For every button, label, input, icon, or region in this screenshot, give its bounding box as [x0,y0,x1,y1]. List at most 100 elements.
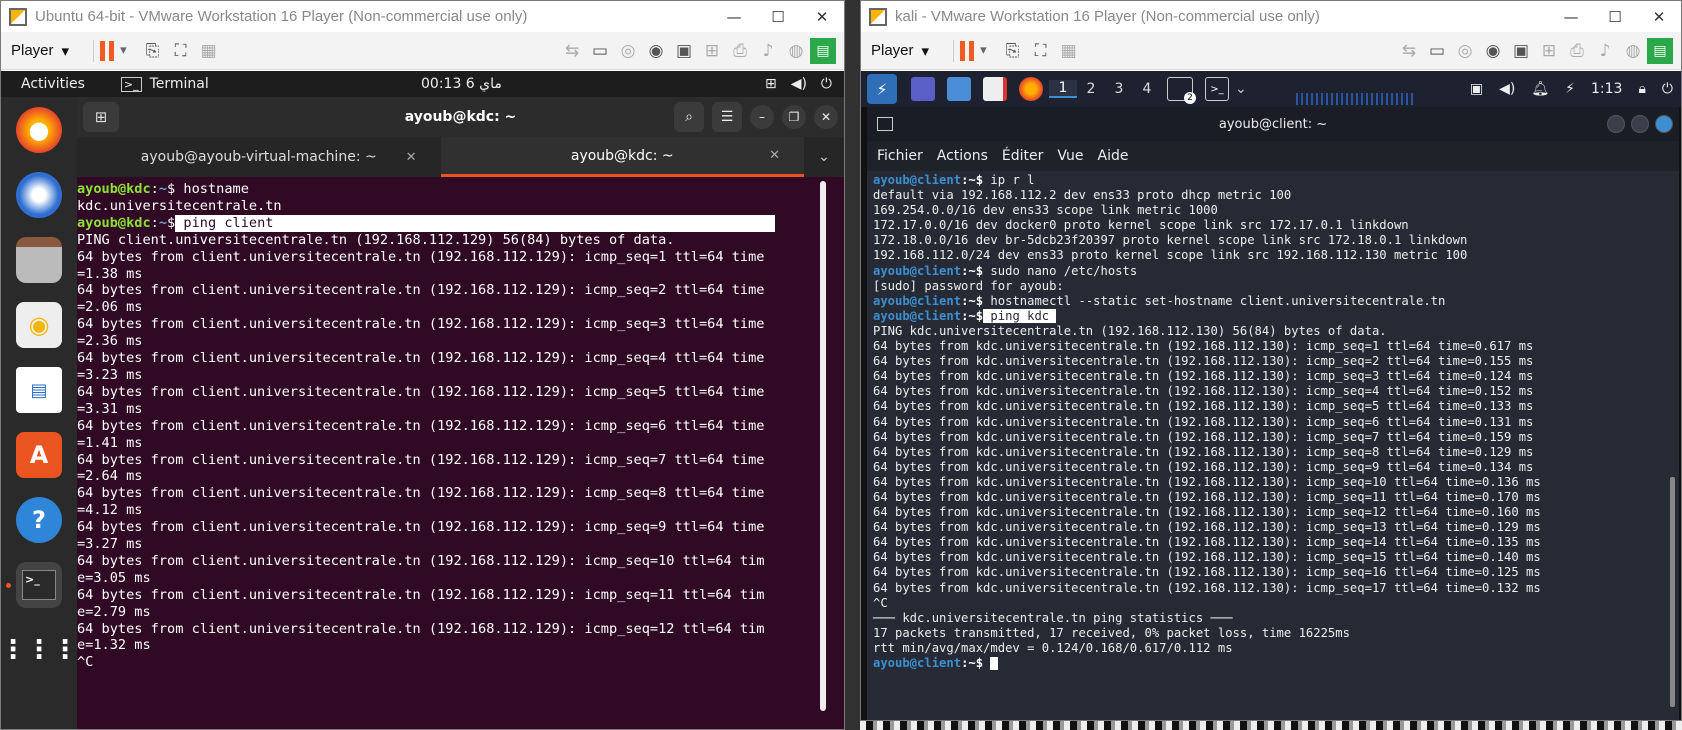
cd-active-icon[interactable]: ◉ [1479,37,1507,65]
system-tray[interactable]: ▣ ◀) 🔔︎ ⚡ 1:13 🔒︎ ⏻ [1470,81,1673,97]
network-icon[interactable]: ⇆ [558,37,586,65]
tabs-dropdown-icon[interactable]: ⌄ [804,137,844,177]
vmware-window-kali[interactable]: kali - VMware Workstation 16 Player (Non… [860,0,1682,721]
close-button[interactable]: ✕ [800,1,844,32]
menu-actions[interactable]: Actions [937,148,988,164]
window-title: kali - VMware Workstation 16 Player (Non… [895,8,1320,25]
vmware-window-ubuntu[interactable]: Ubuntu 64-bit - VMware Workstation 16 Pl… [0,0,845,730]
thunderbird-icon[interactable] [16,172,62,218]
kali-menu-icon[interactable]: ⚡ [867,74,897,104]
message-log-icon[interactable]: ▤ [810,37,836,64]
cd-icon[interactable]: ◎ [614,37,642,65]
fullscreen-icon[interactable]: ⛶ [1027,37,1055,65]
terminal-output[interactable]: ayoub@client:~$ ip r l default via 192.1… [867,171,1679,671]
gnome-terminal-window[interactable]: ⊞ ayoub@kdc: ~ ⌕ ☰ – ❐ ✕ ayoub@ayoub-vir… [77,97,844,729]
terminal-titlebar: ayoub@client: ~ [867,107,1679,141]
sound-icon[interactable]: ♪ [1591,37,1619,65]
pause-icon[interactable] [100,40,115,61]
minimize-icon[interactable] [1607,115,1625,133]
workspace-4[interactable]: 4 [1133,81,1161,97]
usb-icon[interactable]: ⊞ [698,37,726,65]
unity-icon[interactable]: ▦ [1055,37,1083,65]
fullscreen-icon[interactable]: ⛶ [167,37,195,65]
tab-kdc[interactable]: ayoub@kdc: ~ ✕ [440,137,804,177]
close-icon[interactable] [1655,115,1673,133]
tab-ayoub-virtual-machine[interactable]: ayoub@ayoub-virtual-machine: ~ ✕ [77,137,441,177]
output-line: 64 bytes from kdc.universitecentrale.tn … [873,444,1534,459]
hard-disk-icon[interactable]: ▭ [1423,37,1451,65]
close-icon[interactable]: ✕ [814,105,838,129]
rhythmbox-icon[interactable]: ◉ [16,302,62,348]
sound-icon[interactable]: ♪ [754,37,782,65]
pause-icon[interactable] [960,40,975,61]
caret-down-icon[interactable]: ▾ [120,43,127,58]
cd-active-icon[interactable]: ◉ [642,37,670,65]
libreoffice-writer-icon[interactable]: ▤ [16,367,62,413]
vmware-titlebar[interactable]: Ubuntu 64-bit - VMware Workstation 16 Pl… [1,1,844,32]
workspace-3[interactable]: 3 [1105,81,1133,97]
maximize-icon[interactable] [1631,115,1649,133]
printer-icon[interactable]: ⎙ [726,37,754,65]
show-desktop-icon[interactable] [911,77,935,101]
hard-disk-icon[interactable]: ▭ [586,37,614,65]
minimize-button[interactable]: — [712,1,756,32]
camera-icon[interactable]: ◍ [1619,37,1647,65]
firefox-icon[interactable]: ● [16,107,62,153]
search-icon[interactable]: ⌕ [674,102,704,132]
command-text: ip r l [983,173,1035,187]
prompt-path: ~ [968,173,976,187]
floppy-icon[interactable]: ▣ [670,37,698,65]
app-menu[interactable]: >_ Terminal [120,76,209,92]
send-ctrl-alt-del-icon[interactable]: ⎘ [139,37,167,65]
file-manager-icon[interactable] [947,77,971,101]
help-icon[interactable]: ? [16,497,62,543]
player-menu-button[interactable]: Player ▾ [11,42,69,60]
terminal-group-icon[interactable]: 2 [1167,77,1196,104]
floppy-icon[interactable]: ▣ [1507,37,1535,65]
activities-button[interactable]: Activities [21,76,85,92]
text-editor-icon[interactable] [983,77,1007,101]
menu-fichier[interactable]: Fichier [877,148,923,164]
usb-icon[interactable]: ⊞ [1535,37,1563,65]
show-applications-icon[interactable]: ⋮⋮⋮ [1,627,78,673]
tab-close-icon[interactable]: ✕ [769,148,780,163]
restore-icon[interactable]: ❐ [782,105,806,129]
terminal-scrollbar[interactable] [1670,477,1675,707]
workspace-1[interactable]: 1 [1049,80,1077,98]
menu-aide[interactable]: Aide [1098,148,1129,164]
software-center-icon[interactable]: A [16,432,62,478]
printer-icon[interactable]: ⎙ [1563,37,1591,65]
maximize-button[interactable]: ☐ [756,1,800,32]
output-line: 64 bytes from kdc.universitecentrale.tn … [873,505,1541,520]
clock[interactable]: 00:13 6 ماي [421,76,502,92]
player-menu-button[interactable]: Player ▾ [871,42,929,60]
workspace-2[interactable]: 2 [1077,81,1105,97]
output-line: 64 bytes from client.universitecentrale.… [77,552,765,569]
close-button[interactable]: ✕ [1637,1,1681,32]
network-icon[interactable]: ⇆ [1395,37,1423,65]
terminal-output[interactable]: ayoub@kdc:~$ hostname kdc.universitecent… [77,177,787,671]
send-ctrl-alt-del-icon[interactable]: ⎘ [999,37,1027,65]
camera-icon[interactable]: ◍ [782,37,810,65]
prompt-path: ~ [968,263,976,278]
system-tray[interactable]: ⊞ ◀) ⏻ [765,76,832,92]
tab-close-icon[interactable]: ✕ [406,150,417,165]
cd-icon[interactable]: ◎ [1451,37,1479,65]
chevron-down-icon[interactable]: ⌄ [1235,81,1247,97]
message-log-icon[interactable]: ▤ [1647,37,1673,64]
terminal-dock-icon[interactable]: >_ [6,562,62,608]
qterminal-window[interactable]: ayoub@client: ~ Fichier Actions Éditer V… [867,107,1679,720]
terminal-window-icon[interactable]: >_ [1205,77,1229,101]
minimize-button[interactable]: — [1549,1,1593,32]
firefox-icon[interactable] [1019,77,1043,101]
files-icon[interactable] [16,237,62,283]
minimize-icon[interactable]: – [750,105,774,129]
menu-vue[interactable]: Vue [1057,148,1083,164]
menu-editer[interactable]: Éditer [1002,148,1043,164]
vmware-titlebar[interactable]: kali - VMware Workstation 16 Player (Non… [861,1,1681,32]
maximize-button[interactable]: ☐ [1593,1,1637,32]
terminal-scrollbar[interactable] [820,181,826,711]
caret-down-icon[interactable]: ▾ [980,43,987,58]
unity-icon[interactable]: ▦ [195,37,223,65]
hamburger-menu-icon[interactable]: ☰ [712,102,742,132]
